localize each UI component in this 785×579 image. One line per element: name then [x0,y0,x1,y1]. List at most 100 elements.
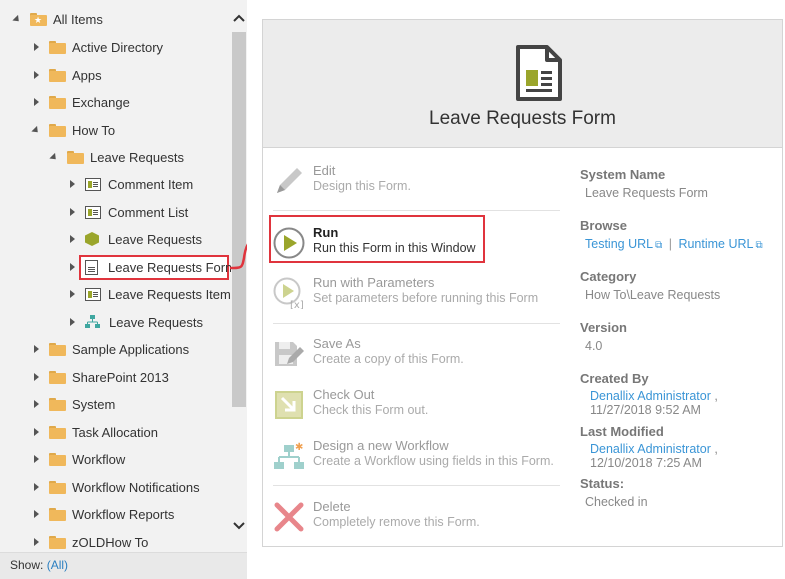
tree-item-comment-list[interactable]: Comment List [67,201,188,223]
tree-item-leave-requests-folder[interactable]: Leave Requests [49,146,184,168]
browse-property: Browse Testing URL ⧉ | Runtime URL ⧉ [580,218,780,251]
status-property: Status: Checked in [580,476,780,509]
tree-item-leave-requests-item[interactable]: Leave Requests Item [67,283,231,305]
tree-item-active-directory[interactable]: Active Directory [31,36,163,58]
design-workflow-action[interactable]: ✱ Design a new Workflow Create a Workflo… [273,438,554,478]
tree-item-leave-requests-smartobject[interactable]: Leave Requests [67,228,202,250]
tree-item-zoldhow-to[interactable]: zOLDHow To [31,531,148,552]
expand-arrow-icon[interactable] [31,97,41,107]
save-as-icon [275,342,304,366]
scroll-up-icon[interactable] [233,12,245,24]
tree-item-sharepoint-2013[interactable]: SharePoint 2013 [31,366,169,388]
expand-arrow-icon[interactable] [31,454,41,464]
tree-item-task-allocation[interactable]: Task Allocation [31,421,158,443]
created-by-user-link[interactable]: Denallix Administrator [590,389,711,403]
last-modified-property: Last Modified Denallix Administrator , 1… [580,424,780,470]
delete-action[interactable]: Delete Completely remove this Form. [273,499,553,539]
action-title: Run with Parameters [313,275,435,290]
created-date: 11/27/2018 9:52 AM [590,403,701,417]
tree-item-workflow[interactable]: Workflow [31,448,125,470]
expand-arrow-icon[interactable] [67,234,77,244]
folder-icon [49,123,66,137]
action-description: Completely remove this Form. [313,515,480,529]
collapse-arrow-icon[interactable] [31,125,41,135]
external-link-icon: ⧉ [755,240,763,251]
tree-label: Leave Requests [108,231,202,247]
expand-arrow-icon[interactable] [31,344,41,354]
navigation-tree: ★ All Items Active Directory Apps Exchan… [0,0,231,552]
divider [273,323,560,324]
tree-label: SharePoint 2013 [72,369,169,385]
last-modified-value: Denallix Administrator , [590,442,780,456]
expand-arrow-icon[interactable] [67,317,77,327]
page-title: Leave Requests Form [429,108,616,129]
expand-arrow-icon[interactable] [31,42,41,52]
expand-arrow-icon[interactable] [31,70,41,80]
expand-arrow-icon[interactable] [67,289,77,299]
action-title: Save As [313,336,361,351]
expand-arrow-icon[interactable] [31,509,41,519]
check-out-action[interactable]: Check Out Check this Form out. [273,387,553,427]
action-title: Design a new Workflow [313,438,449,453]
expand-arrow-icon[interactable] [31,372,41,382]
tree-item-exchange[interactable]: Exchange [31,91,130,113]
system-name-property: System Name Leave Requests Form [580,167,780,200]
tree-label: Leave Requests Form [108,259,231,275]
scroll-down-icon[interactable] [233,520,245,532]
tree-item-leave-requests-workflow[interactable]: Leave Requests [67,311,203,333]
tree-item-comment-item[interactable]: Comment Item [67,173,193,195]
expand-arrow-icon[interactable] [67,207,77,217]
folder-icon [49,452,66,466]
star-folder-icon: ★ [30,12,47,26]
action-title: Run [313,225,339,240]
tree-item-apps[interactable]: Apps [31,64,102,86]
folder-icon [49,535,66,549]
tree-item-all-items[interactable]: ★ All Items [12,8,103,30]
status-value: Checked in [585,495,648,509]
tree-label: Sample Applications [72,341,190,357]
play-parameters-icon: [x] [273,277,304,309]
expand-arrow-icon[interactable] [67,262,77,272]
expand-arrow-icon[interactable] [31,537,41,547]
runtime-url-link[interactable]: Runtime URL [678,237,753,251]
delete-x-icon [274,502,304,532]
expand-arrow-icon[interactable] [31,399,41,409]
folder-icon [49,95,66,109]
workflow-icon [85,315,100,329]
action-title: Edit [313,163,336,178]
tree-item-leave-requests-form[interactable]: Leave Requests Form [67,256,231,278]
expand-arrow-icon[interactable] [67,179,77,189]
tree-label: Apps [72,67,102,83]
save-as-action[interactable]: Save As Create a copy of this Form. [273,336,553,376]
collapse-arrow-icon[interactable] [49,152,59,162]
action-description: Create a Workflow using fields in this F… [313,454,554,468]
tree-item-system[interactable]: System [31,393,115,415]
run-action[interactable]: Run Run this Form in this Window [273,225,553,265]
tree-label: System [72,396,116,412]
show-label: Show: [10,558,44,572]
collapse-arrow-icon[interactable] [12,14,22,24]
property-value: 4.0 [585,339,603,353]
action-description: Run this Form in this Window [313,241,476,255]
external-link-icon: ⧉ [655,240,663,251]
scrollbar-thumb[interactable] [232,32,246,407]
tree-label: Exchange [72,94,130,110]
tree-item-how-to[interactable]: How To [31,119,115,141]
tree-item-workflow-reports[interactable]: Workflow Reports [31,503,174,525]
action-title: Check Out [313,387,375,402]
expand-arrow-icon[interactable] [31,482,41,492]
show-filter-bar: Show: (All) [0,552,247,579]
modified-date: 12/10/2018 7:25 AM [590,456,702,470]
testing-url-link[interactable]: Testing URL [585,237,653,251]
list-view-icon [85,287,101,301]
comma: , [714,442,718,456]
tree-item-workflow-notifications[interactable]: Workflow Notifications [31,476,200,498]
show-filter-link[interactable]: (All) [47,558,68,572]
run-with-parameters-action[interactable]: [x] Run with Parameters Set parameters b… [273,275,553,315]
expand-arrow-icon[interactable] [31,427,41,437]
tree-item-sample-applications[interactable]: Sample Applications [31,338,189,360]
tree-label: zOLDHow To [72,534,149,550]
folder-icon [49,370,66,384]
modified-by-user-link[interactable]: Denallix Administrator [590,442,711,456]
edit-action[interactable]: Edit Design this Form. [273,163,553,203]
